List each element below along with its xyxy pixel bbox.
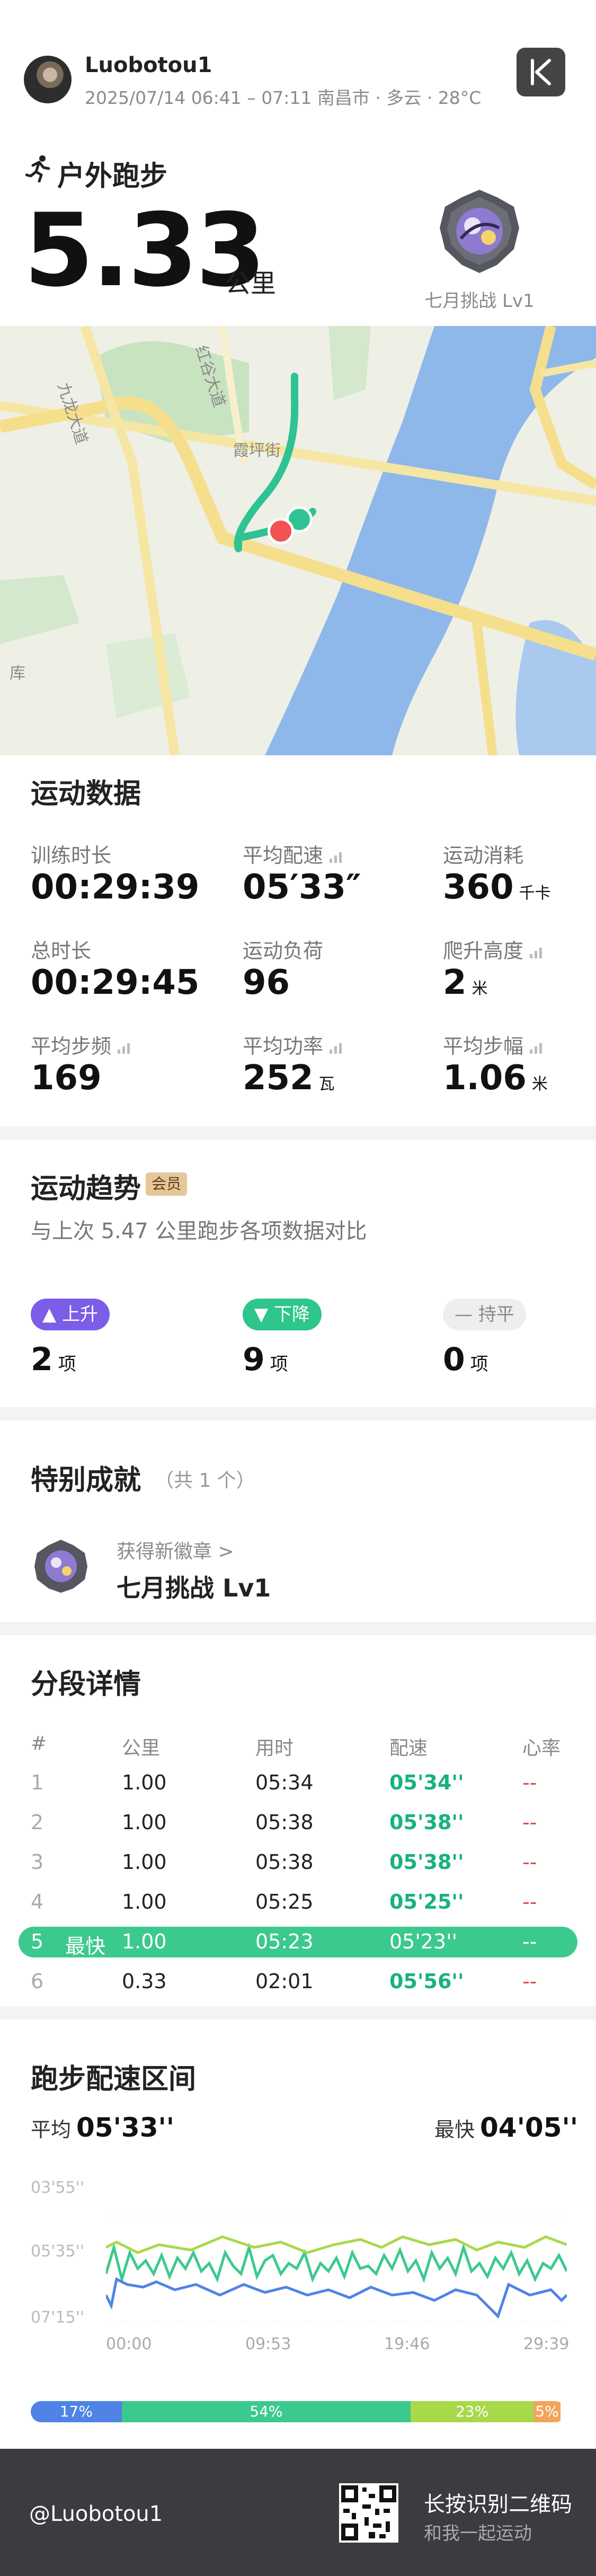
col-header: # bbox=[31, 1733, 47, 1754]
stat-label: 平均步幅 bbox=[443, 1030, 546, 1059]
stat-value: 96 bbox=[243, 963, 290, 1002]
zone-segment: 54% bbox=[121, 2401, 411, 2422]
qr-code-icon[interactable] bbox=[339, 2483, 398, 2543]
route-end-marker bbox=[268, 518, 294, 544]
trend-card[interactable]: 运动趋势 会员 与上次 5.47 公里跑步各项数据对比 ▲ 上升 2项 ▼ 下降… bbox=[0, 1140, 596, 1407]
stat-label: 平均功率 bbox=[243, 1030, 345, 1059]
y-tick: 07'15'' bbox=[31, 2308, 85, 2327]
trend-flat-count: 0项 bbox=[443, 1341, 488, 1378]
avg-pace: 平均 05'33'' bbox=[31, 2112, 175, 2143]
achievement-card[interactable]: 特别成就 （共 1 个） 获得新徽章 > 七月挑战 Lv1 bbox=[0, 1421, 596, 1622]
stat-value: 00:29:39 bbox=[31, 868, 200, 907]
trend-down-pill: ▼ 下降 bbox=[243, 1299, 322, 1330]
distance-unit: 公里 bbox=[225, 269, 277, 298]
footer-title: 长按识别二维码 bbox=[424, 2492, 572, 2517]
activity-title: 户外跑步 bbox=[57, 161, 168, 192]
map-poi-label: 库 bbox=[10, 664, 25, 683]
triangle-down-icon: ▼ bbox=[254, 1304, 274, 1325]
table-row: 3 1.00 05:38 05'38'' -- bbox=[31, 1850, 537, 1874]
achievement-count: （共 1 个） bbox=[155, 1470, 255, 1492]
stat-value: 360 千卡 bbox=[443, 868, 551, 907]
medal-label: 七月挑战 Lv1 bbox=[424, 290, 535, 312]
trend-down-count: 9项 bbox=[243, 1341, 288, 1378]
trend-up-count: 2项 bbox=[31, 1341, 76, 1378]
stats-card: 运动数据 训练时长 00:29:39 平均配速 05′33″ 运动消耗 360 千… bbox=[0, 755, 596, 1126]
zone-segment: 5% bbox=[533, 2401, 561, 2422]
stat-value: 1.06 米 bbox=[443, 1058, 548, 1098]
username[interactable]: Luobotou1 bbox=[85, 53, 212, 77]
challenge-medal-icon[interactable] bbox=[434, 186, 524, 281]
trend-flat-pill: — 持平 bbox=[443, 1299, 526, 1330]
chart-icon bbox=[530, 947, 542, 958]
col-header: 公里 bbox=[122, 1737, 161, 1759]
table-row: 4 1.00 05:25 05'25'' -- bbox=[31, 1890, 537, 1913]
chart-icon bbox=[530, 1043, 542, 1054]
stat-label: 训练时长 bbox=[31, 844, 112, 867]
dash-icon: — bbox=[455, 1304, 478, 1325]
trend-subtitle: 与上次 5.47 公里跑步各项数据对比 bbox=[31, 1219, 367, 1243]
avatar[interactable] bbox=[24, 56, 72, 103]
new-badge-link[interactable]: 获得新徽章 > bbox=[117, 1536, 234, 1564]
stat-value: 05′33″ bbox=[243, 868, 361, 907]
pace-zone-bar: 17% 54% 23% 5% bbox=[31, 2401, 566, 2422]
zone-segment: 23% bbox=[411, 2401, 534, 2422]
table-row-fastest: 5 最快 1.00 05:23 05'23'' -- bbox=[19, 1927, 577, 1958]
section-title: 跑步配速区间 bbox=[31, 2063, 197, 2095]
col-header: 配速 bbox=[389, 1737, 428, 1759]
y-tick: 05'35'' bbox=[31, 2242, 85, 2261]
triangle-up-icon: ▲ bbox=[42, 1304, 62, 1325]
col-header: 心率 bbox=[522, 1737, 561, 1759]
map-canvas bbox=[0, 326, 596, 755]
chart-icon bbox=[330, 852, 342, 863]
run-summary-page: Luobotou1 2025/07/14 06:41 – 07:11 南昌市 ·… bbox=[0, 0, 596, 2576]
stat-label: 运动负荷 bbox=[243, 939, 324, 963]
stat-label: 运动消耗 bbox=[443, 844, 524, 867]
stat-value: 2米 bbox=[443, 963, 488, 1002]
x-tick: 00:00 bbox=[106, 2335, 152, 2353]
vip-badge: 会员 bbox=[146, 1172, 187, 1196]
fastest-pace: 最快 04'05'' bbox=[434, 2112, 579, 2143]
chart-icon bbox=[118, 1043, 130, 1054]
pace-zone-card: 跑步配速区间 平均 05'33'' 最快 04'05'' 03'55'' 05'35… bbox=[0, 2019, 596, 2449]
stat-label: 平均配速 bbox=[243, 839, 345, 868]
section-title: 分段详情 bbox=[31, 1669, 141, 1700]
table-row: 6 0.33 02:01 05'56'' -- bbox=[31, 1970, 537, 1993]
trend-up-pill: ▲ 上升 bbox=[31, 1299, 110, 1330]
chart-icon bbox=[330, 1043, 342, 1054]
header-section: Luobotou1 2025/07/14 06:41 – 07:11 南昌市 ·… bbox=[0, 0, 596, 326]
share-footer: @Luobotou1 长按识别二维码 和我一起运动 bbox=[0, 2449, 596, 2576]
running-icon bbox=[25, 155, 50, 182]
y-tick: 03'55'' bbox=[31, 2178, 85, 2197]
splits-card: 分段详情 # 公里 用时 配速 心率 1 1.00 05:34 05'34'' … bbox=[0, 1635, 596, 2006]
table-row: 2 1.00 05:38 05'38'' -- bbox=[31, 1811, 537, 1834]
section-title: 特别成就 bbox=[31, 1465, 141, 1496]
keep-logo-icon bbox=[517, 48, 565, 96]
stat-label: 爬升高度 bbox=[443, 934, 546, 964]
x-tick: 09:53 bbox=[245, 2335, 291, 2353]
col-header: 用时 bbox=[255, 1737, 294, 1759]
stat-label: 平均步频 bbox=[31, 1030, 134, 1059]
section-title: 运动数据 bbox=[31, 778, 141, 810]
pace-trend-chart bbox=[106, 2216, 567, 2322]
badge-icon[interactable] bbox=[32, 1537, 90, 1595]
road-label: 霞坪街 bbox=[233, 442, 281, 460]
stat-value: 252 瓦 bbox=[243, 1058, 335, 1098]
activity-meta: 2025/07/14 06:41 – 07:11 南昌市 · 多云 · 28°C bbox=[85, 87, 482, 108]
x-tick: 19:46 bbox=[384, 2335, 430, 2353]
fastest-tag: 最快 bbox=[65, 1935, 106, 1958]
stat-value: 00:29:45 bbox=[31, 963, 200, 1002]
footer-username: @Luobotou1 bbox=[29, 2502, 163, 2526]
route-map[interactable]: 九龙大道 红谷大道 霞坪街 库 bbox=[0, 326, 596, 755]
footer-subtitle: 和我一起运动 bbox=[424, 2523, 532, 2544]
x-tick: 29:39 bbox=[523, 2335, 570, 2353]
zone-segment: 17% bbox=[31, 2401, 122, 2422]
table-row: 1 1.00 05:34 05'34'' -- bbox=[31, 1771, 537, 1794]
stat-value: 169 bbox=[31, 1058, 102, 1098]
badge-name: 七月挑战 Lv1 bbox=[117, 1574, 271, 1602]
stat-label: 总时长 bbox=[31, 939, 92, 963]
section-title: 运动趋势 bbox=[31, 1173, 141, 1205]
